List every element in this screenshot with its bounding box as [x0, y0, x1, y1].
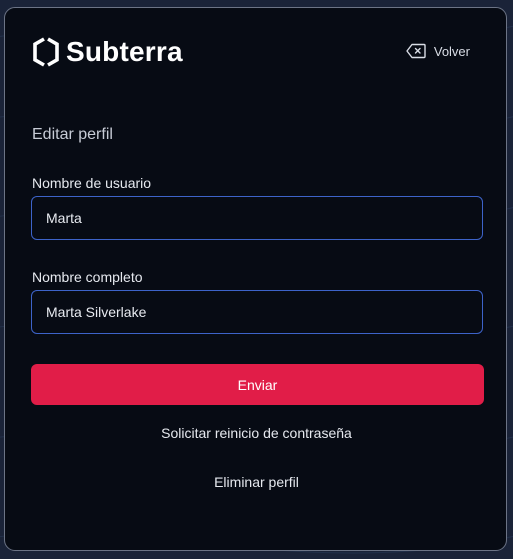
hexagon-logo-icon — [33, 37, 59, 67]
brand-name: Subterra — [66, 36, 183, 67]
back-label: Volver — [433, 43, 470, 59]
full-name-field[interactable] — [31, 290, 483, 334]
brand-logo: Subterra — [32, 37, 183, 67]
back-button[interactable]: Volver — [406, 43, 470, 59]
submit-button[interactable]: Enviar — [31, 364, 484, 405]
edit-profile-card: Subterra Volver Editar perfil Nombre de … — [4, 7, 507, 551]
page-title: Editar perfil — [32, 126, 113, 143]
username-label: Nombre de usuario — [32, 175, 152, 191]
delete-profile-link[interactable]: Eliminar perfil — [5, 474, 508, 490]
backspace-icon — [406, 43, 426, 59]
username-field[interactable] — [31, 196, 483, 240]
full-name-label: Nombre completo — [32, 269, 143, 285]
reset-password-link[interactable]: Solicitar reinicio de contraseña — [5, 425, 508, 441]
